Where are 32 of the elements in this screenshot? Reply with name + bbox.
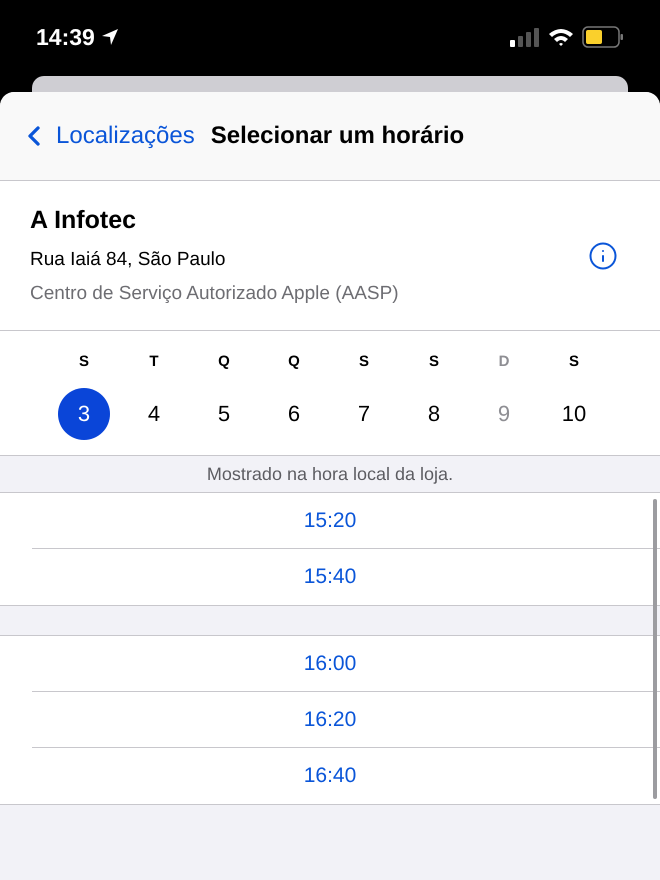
time-slot[interactable]: 15:40: [304, 561, 356, 593]
weekday-label: S: [78, 352, 89, 372]
weekday-label: Q: [288, 352, 300, 372]
status-time: 14:39: [36, 22, 95, 52]
timezone-note: Mostrado na hora local da loja.: [206, 462, 454, 486]
time-slot[interactable]: 16:20: [304, 704, 356, 736]
weekday-label: Q: [218, 352, 230, 372]
back-button[interactable]: Localizações: [18, 118, 195, 154]
signal-icon: [510, 27, 540, 47]
weekday-label: T: [149, 352, 159, 372]
time-slot[interactable]: 16:00: [304, 648, 356, 680]
location-arrow-icon: [100, 28, 119, 46]
date-button[interactable]: 6: [268, 388, 320, 440]
date-button[interactable]: 7: [338, 388, 390, 440]
weekday-label: D: [498, 352, 510, 372]
store-name: A Infotec: [30, 205, 138, 236]
date-button[interactable]: 8: [408, 388, 460, 440]
nav-title: Selecionar um horário: [210, 121, 464, 151]
weekday-label: S: [358, 352, 369, 372]
date-button[interactable]: 3: [58, 388, 110, 440]
battery-icon: [582, 26, 624, 48]
date-button[interactable]: 4: [128, 388, 180, 440]
time-slot[interactable]: 16:40: [304, 760, 356, 792]
date-button[interactable]: 5: [198, 388, 250, 440]
store-type: Centro de Serviço Autorizado Apple (AASP): [30, 282, 399, 306]
wifi-icon: [548, 27, 574, 47]
weekday-label: S: [428, 352, 439, 372]
time-slot[interactable]: 15:20: [304, 504, 356, 536]
store-address: Rua Iaiá 84, São Paulo: [30, 248, 226, 272]
info-button[interactable]: [588, 240, 618, 270]
date-button[interactable]: 10: [548, 388, 600, 440]
weekday-label: S: [568, 352, 579, 372]
